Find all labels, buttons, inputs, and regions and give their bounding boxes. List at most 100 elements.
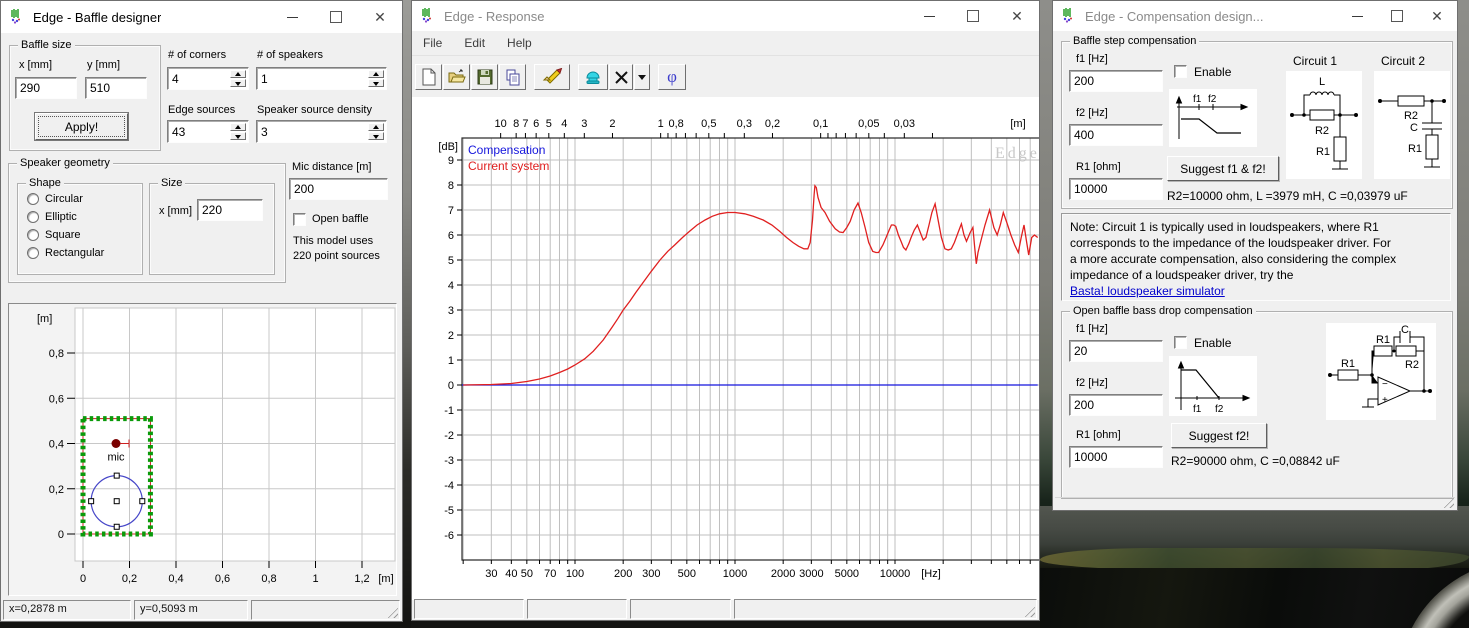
- bsc-r1-input[interactable]: 10000: [1069, 178, 1163, 200]
- save-button[interactable]: [471, 64, 498, 90]
- source-density-spinner[interactable]: [368, 123, 384, 140]
- response-chart[interactable]: 3040507010020030050010002000300050001000…: [412, 97, 1039, 600]
- svg-text:500: 500: [678, 568, 696, 580]
- svg-text:9: 9: [448, 155, 454, 167]
- corners-spinner[interactable]: [230, 70, 246, 87]
- minimize-button[interactable]: [1337, 1, 1377, 31]
- obc-f2-input[interactable]: 200: [1069, 394, 1163, 416]
- note-box: Note: Circuit 1 is typically used in lou…: [1061, 213, 1451, 301]
- baffle-x-input[interactable]: 290: [15, 77, 77, 99]
- suggest-f2-button[interactable]: Suggest f2!: [1171, 423, 1267, 448]
- menu-help[interactable]: Help: [496, 31, 543, 55]
- svg-text:100: 100: [566, 568, 584, 580]
- svg-text:70: 70: [544, 568, 556, 580]
- desktop: Edge - Baffle designer ✕ Baffle size x […: [0, 0, 1469, 628]
- radio-elliptic[interactable]: [27, 211, 39, 223]
- circuit2-diagram: R2 C R1: [1374, 71, 1450, 179]
- menu-edit[interactable]: Edit: [453, 31, 496, 55]
- response-chart-panel: 3040507010020030050010002000300050001000…: [412, 97, 1039, 600]
- svg-text:10000: 10000: [880, 568, 911, 580]
- suggest-f1-f2-button[interactable]: Suggest f1 & f2!: [1167, 156, 1279, 181]
- lamp-button[interactable]: [578, 64, 608, 90]
- new-file-button[interactable]: [415, 64, 442, 90]
- edge-sources-spinner[interactable]: [230, 123, 246, 140]
- spin-down-icon[interactable]: [230, 132, 246, 140]
- svg-text:0,8: 0,8: [261, 573, 276, 585]
- copy-button[interactable]: [499, 64, 526, 90]
- speakers-input[interactable]: 1: [256, 67, 387, 90]
- baffle-plot-panel[interactable]: 0,80,60,40,20[m]00,20,40,60,811,2[m]mic: [8, 303, 397, 596]
- obc-r1-input[interactable]: 10000: [1069, 446, 1163, 468]
- bsc-f2-input[interactable]: 400: [1069, 124, 1163, 146]
- open-baffle-checkbox[interactable]: [293, 213, 306, 226]
- minimize-button[interactable]: [270, 1, 314, 33]
- spin-down-icon[interactable]: [230, 79, 246, 87]
- spin-up-icon[interactable]: [230, 70, 246, 78]
- close-button[interactable]: ✕: [995, 1, 1039, 31]
- edge-app-icon: [420, 8, 437, 24]
- note-line: corresponds to the impedance of the loud…: [1070, 235, 1442, 251]
- spin-down-icon[interactable]: [368, 79, 384, 87]
- svg-text:4: 4: [448, 280, 454, 292]
- titlebar[interactable]: Edge - Compensation design... ✕: [1053, 1, 1457, 31]
- close-button[interactable]: ✕: [358, 1, 402, 33]
- open-file-button[interactable]: [443, 64, 470, 90]
- titlebar[interactable]: Edge - Response ✕: [412, 1, 1039, 31]
- svg-text:Edge: Edge: [995, 145, 1039, 162]
- maximize-button[interactable]: [951, 1, 995, 31]
- resize-grip[interactable]: [385, 605, 398, 618]
- svg-text:6: 6: [448, 230, 454, 242]
- menu-file[interactable]: File: [412, 31, 453, 55]
- lamp-icon: [583, 68, 603, 86]
- maximize-button[interactable]: [1377, 1, 1417, 31]
- mic-distance-input[interactable]: 200: [289, 178, 388, 200]
- baffle-plot[interactable]: 0,80,60,40,20[m]00,20,40,60,811,2[m]mic: [9, 304, 396, 595]
- spin-up-icon[interactable]: [368, 123, 384, 131]
- obc-f1-input[interactable]: 20: [1069, 340, 1163, 362]
- svg-text:[m]: [m]: [378, 573, 393, 585]
- resize-grip[interactable]: [1022, 604, 1035, 617]
- maximize-button[interactable]: [314, 1, 358, 33]
- opamp-R1-feedback-label: R1: [1376, 334, 1390, 346]
- bsc-enable-checkbox[interactable]: [1174, 65, 1187, 78]
- edge-sources-label: Edge sources: [168, 104, 235, 116]
- delete-dropdown-button[interactable]: [634, 64, 650, 90]
- spin-down-icon[interactable]: [368, 132, 384, 140]
- phase-button[interactable]: φ: [658, 64, 686, 90]
- resize-grip[interactable]: [1441, 495, 1454, 508]
- circuit1-diagram: L R2 R1: [1286, 71, 1362, 179]
- group-legend: Size: [158, 176, 185, 190]
- source-density-input[interactable]: 3: [256, 120, 387, 143]
- baffle-y-input[interactable]: 510: [85, 77, 147, 99]
- minimize-button[interactable]: [907, 1, 951, 31]
- status-panel: [734, 599, 1037, 619]
- radio-square[interactable]: [27, 229, 39, 241]
- model-info-line2: 220 point sources: [293, 250, 380, 262]
- svg-text:5000: 5000: [835, 568, 859, 580]
- radio-rectangular[interactable]: [27, 247, 39, 259]
- close-button[interactable]: ✕: [1417, 1, 1457, 31]
- circuit1-label: Circuit 1: [1293, 54, 1337, 68]
- speakers-label: # of speakers: [257, 49, 323, 61]
- titlebar[interactable]: Edge - Baffle designer ✕: [1, 1, 402, 33]
- delete-button[interactable]: [609, 64, 633, 90]
- svg-text:0,05: 0,05: [858, 118, 879, 130]
- spin-up-icon[interactable]: [230, 123, 246, 131]
- svg-text:-2: -2: [444, 430, 454, 442]
- edge-sources-input[interactable]: 43: [167, 120, 249, 143]
- close-icon: ✕: [1011, 9, 1023, 23]
- corners-input[interactable]: 4: [167, 67, 249, 90]
- size-x-input[interactable]: 220: [197, 199, 263, 221]
- draw-mode-button[interactable]: [534, 64, 570, 90]
- spin-up-icon[interactable]: [368, 70, 384, 78]
- obc-enable-checkbox[interactable]: [1174, 336, 1187, 349]
- apply-button[interactable]: Apply!: [35, 113, 128, 140]
- svg-text:0,2: 0,2: [49, 484, 64, 496]
- svg-text:5: 5: [448, 255, 454, 267]
- bsc-f1-input[interactable]: 200: [1069, 70, 1163, 92]
- bsc-sketch-f1: f1: [1193, 94, 1202, 105]
- svg-text:300: 300: [642, 568, 660, 580]
- basta-simulator-link[interactable]: Basta! loudspeaker simulator: [1070, 284, 1225, 298]
- radio-circular[interactable]: [27, 193, 39, 205]
- speakers-spinner[interactable]: [368, 70, 384, 87]
